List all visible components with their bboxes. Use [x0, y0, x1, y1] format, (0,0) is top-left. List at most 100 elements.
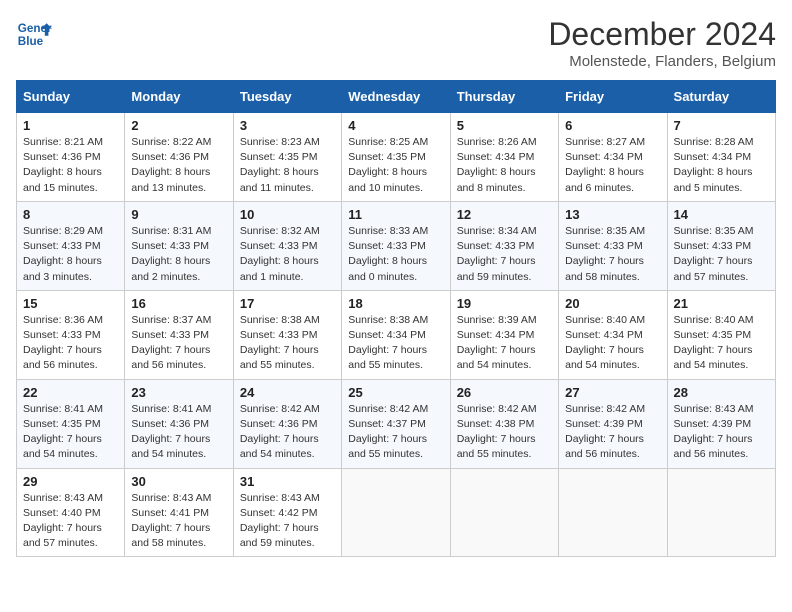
- day-info: Sunrise: 8:34 AMSunset: 4:33 PMDaylight:…: [457, 224, 552, 285]
- svg-text:Blue: Blue: [18, 35, 44, 48]
- calendar-week-row: 22Sunrise: 8:41 AMSunset: 4:35 PMDayligh…: [17, 379, 776, 468]
- calendar-cell: 25 Sunrise: 8:42 AMSunset: 4:37 PMDayligh…: [342, 379, 450, 468]
- day-info: Sunrise: 8:29 AMSunset: 4:33 PMDaylight:…: [23, 224, 118, 285]
- day-info: Sunrise: 8:35 AMSunset: 4:33 PMDaylight:…: [674, 224, 769, 285]
- day-number: 29: [23, 474, 118, 489]
- calendar-cell: 27 Sunrise: 8:42 AMSunset: 4:39 PMDayligh…: [559, 379, 667, 468]
- day-number: 2: [131, 118, 226, 133]
- day-info: Sunrise: 8:42 AMSunset: 4:37 PMDaylight:…: [348, 402, 443, 463]
- day-info: Sunrise: 8:33 AMSunset: 4:33 PMDaylight:…: [348, 224, 443, 285]
- day-info: Sunrise: 8:41 AMSunset: 4:36 PMDaylight:…: [131, 402, 226, 463]
- calendar-week-row: 15 Sunrise: 8:36 AMSunset: 4:33 PMDayligh…: [17, 290, 776, 379]
- calendar-body: 1 Sunrise: 8:21 AMSunset: 4:36 PMDaylight…: [17, 113, 776, 557]
- subtitle: Molenstede, Flanders, Belgium: [548, 53, 776, 70]
- weekday-header-cell: Thursday: [450, 81, 558, 113]
- day-number: 6: [565, 118, 660, 133]
- day-info: Sunrise: 8:42 AMSunset: 4:38 PMDaylight:…: [457, 402, 552, 463]
- calendar-week-row: 29 Sunrise: 8:43 AMSunset: 4:40 PMDayligh…: [17, 468, 776, 557]
- calendar-cell: [559, 468, 667, 557]
- day-info: Sunrise: 8:40 AMSunset: 4:34 PMDaylight:…: [565, 313, 660, 374]
- calendar-cell: 1 Sunrise: 8:21 AMSunset: 4:36 PMDaylight…: [17, 113, 125, 202]
- weekday-header-cell: Tuesday: [233, 81, 341, 113]
- calendar-cell: 16Sunrise: 8:37 AMSunset: 4:33 PMDayligh…: [125, 290, 233, 379]
- calendar-cell: 19 Sunrise: 8:39 AMSunset: 4:34 PMDayligh…: [450, 290, 558, 379]
- calendar-cell: [342, 468, 450, 557]
- calendar-cell: 8 Sunrise: 8:29 AMSunset: 4:33 PMDaylight…: [17, 201, 125, 290]
- title-area: December 2024 Molenstede, Flanders, Belg…: [548, 16, 776, 70]
- calendar-cell: 22Sunrise: 8:41 AMSunset: 4:35 PMDayligh…: [17, 379, 125, 468]
- calendar-cell: 17 Sunrise: 8:38 AMSunset: 4:33 PMDayligh…: [233, 290, 341, 379]
- day-info: Sunrise: 8:21 AMSunset: 4:36 PMDaylight:…: [23, 135, 118, 196]
- day-number: 22: [23, 385, 118, 400]
- day-info: Sunrise: 8:42 AMSunset: 4:36 PMDaylight:…: [240, 402, 335, 463]
- day-info: Sunrise: 8:26 AMSunset: 4:34 PMDaylight:…: [457, 135, 552, 196]
- calendar-cell: 15 Sunrise: 8:36 AMSunset: 4:33 PMDayligh…: [17, 290, 125, 379]
- day-number: 10: [240, 207, 335, 222]
- day-info: Sunrise: 8:32 AMSunset: 4:33 PMDaylight:…: [240, 224, 335, 285]
- calendar-cell: 12Sunrise: 8:34 AMSunset: 4:33 PMDayligh…: [450, 201, 558, 290]
- day-number: 27: [565, 385, 660, 400]
- day-info: Sunrise: 8:43 AMSunset: 4:41 PMDaylight:…: [131, 491, 226, 552]
- calendar-cell: 24 Sunrise: 8:42 AMSunset: 4:36 PMDayligh…: [233, 379, 341, 468]
- calendar-cell: 31Sunrise: 8:43 AMSunset: 4:42 PMDayligh…: [233, 468, 341, 557]
- day-number: 25: [348, 385, 443, 400]
- weekday-header-cell: Monday: [125, 81, 233, 113]
- day-info: Sunrise: 8:36 AMSunset: 4:33 PMDaylight:…: [23, 313, 118, 374]
- day-info: Sunrise: 8:39 AMSunset: 4:34 PMDaylight:…: [457, 313, 552, 374]
- calendar-week-row: 1 Sunrise: 8:21 AMSunset: 4:36 PMDaylight…: [17, 113, 776, 202]
- calendar-cell: [450, 468, 558, 557]
- day-number: 17: [240, 296, 335, 311]
- calendar-cell: 7Sunrise: 8:28 AMSunset: 4:34 PMDaylight…: [667, 113, 775, 202]
- weekday-header-row: SundayMondayTuesdayWednesdayThursdayFrid…: [17, 81, 776, 113]
- day-number: 13: [565, 207, 660, 222]
- day-info: Sunrise: 8:38 AMSunset: 4:33 PMDaylight:…: [240, 313, 335, 374]
- day-number: 31: [240, 474, 335, 489]
- day-number: 23: [131, 385, 226, 400]
- calendar-cell: 14 Sunrise: 8:35 AMSunset: 4:33 PMDayligh…: [667, 201, 775, 290]
- weekday-header-cell: Friday: [559, 81, 667, 113]
- day-number: 14: [674, 207, 769, 222]
- day-info: Sunrise: 8:25 AMSunset: 4:35 PMDaylight:…: [348, 135, 443, 196]
- day-number: 28: [674, 385, 769, 400]
- day-number: 19: [457, 296, 552, 311]
- day-number: 20: [565, 296, 660, 311]
- calendar-cell: 28 Sunrise: 8:43 AMSunset: 4:39 PMDayligh…: [667, 379, 775, 468]
- day-info: Sunrise: 8:27 AMSunset: 4:34 PMDaylight:…: [565, 135, 660, 196]
- logo: General Blue: [16, 16, 52, 52]
- calendar-cell: 5Sunrise: 8:26 AMSunset: 4:34 PMDaylight…: [450, 113, 558, 202]
- calendar-cell: 10 Sunrise: 8:32 AMSunset: 4:33 PMDayligh…: [233, 201, 341, 290]
- day-number: 21: [674, 296, 769, 311]
- calendar-cell: 29 Sunrise: 8:43 AMSunset: 4:40 PMDayligh…: [17, 468, 125, 557]
- calendar-cell: 13 Sunrise: 8:35 AMSunset: 4:33 PMDayligh…: [559, 201, 667, 290]
- calendar-cell: 20 Sunrise: 8:40 AMSunset: 4:34 PMDayligh…: [559, 290, 667, 379]
- day-number: 30: [131, 474, 226, 489]
- day-number: 16: [131, 296, 226, 311]
- calendar-cell: 26 Sunrise: 8:42 AMSunset: 4:38 PMDayligh…: [450, 379, 558, 468]
- day-info: Sunrise: 8:42 AMSunset: 4:39 PMDaylight:…: [565, 402, 660, 463]
- calendar-cell: 23 Sunrise: 8:41 AMSunset: 4:36 PMDayligh…: [125, 379, 233, 468]
- day-number: 26: [457, 385, 552, 400]
- calendar-cell: 21 Sunrise: 8:40 AMSunset: 4:35 PMDayligh…: [667, 290, 775, 379]
- day-info: Sunrise: 8:28 AMSunset: 4:34 PMDaylight:…: [674, 135, 769, 196]
- calendar-cell: 4 Sunrise: 8:25 AMSunset: 4:35 PMDaylight…: [342, 113, 450, 202]
- calendar-week-row: 8 Sunrise: 8:29 AMSunset: 4:33 PMDaylight…: [17, 201, 776, 290]
- day-number: 3: [240, 118, 335, 133]
- day-number: 4: [348, 118, 443, 133]
- main-title: December 2024: [548, 16, 776, 53]
- day-number: 1: [23, 118, 118, 133]
- calendar-cell: 2 Sunrise: 8:22 AMSunset: 4:36 PMDaylight…: [125, 113, 233, 202]
- weekday-header-cell: Wednesday: [342, 81, 450, 113]
- day-number: 15: [23, 296, 118, 311]
- day-info: Sunrise: 8:22 AMSunset: 4:36 PMDaylight:…: [131, 135, 226, 196]
- day-info: Sunrise: 8:43 AMSunset: 4:40 PMDaylight:…: [23, 491, 118, 552]
- day-info: Sunrise: 8:40 AMSunset: 4:35 PMDaylight:…: [674, 313, 769, 374]
- calendar-table: SundayMondayTuesdayWednesdayThursdayFrid…: [16, 80, 776, 557]
- day-number: 24: [240, 385, 335, 400]
- day-info: Sunrise: 8:43 AMSunset: 4:39 PMDaylight:…: [674, 402, 769, 463]
- day-number: 11: [348, 207, 443, 222]
- day-number: 8: [23, 207, 118, 222]
- weekday-header-cell: Sunday: [17, 81, 125, 113]
- calendar-cell: 18Sunrise: 8:38 AMSunset: 4:34 PMDayligh…: [342, 290, 450, 379]
- day-number: 18: [348, 296, 443, 311]
- day-info: Sunrise: 8:35 AMSunset: 4:33 PMDaylight:…: [565, 224, 660, 285]
